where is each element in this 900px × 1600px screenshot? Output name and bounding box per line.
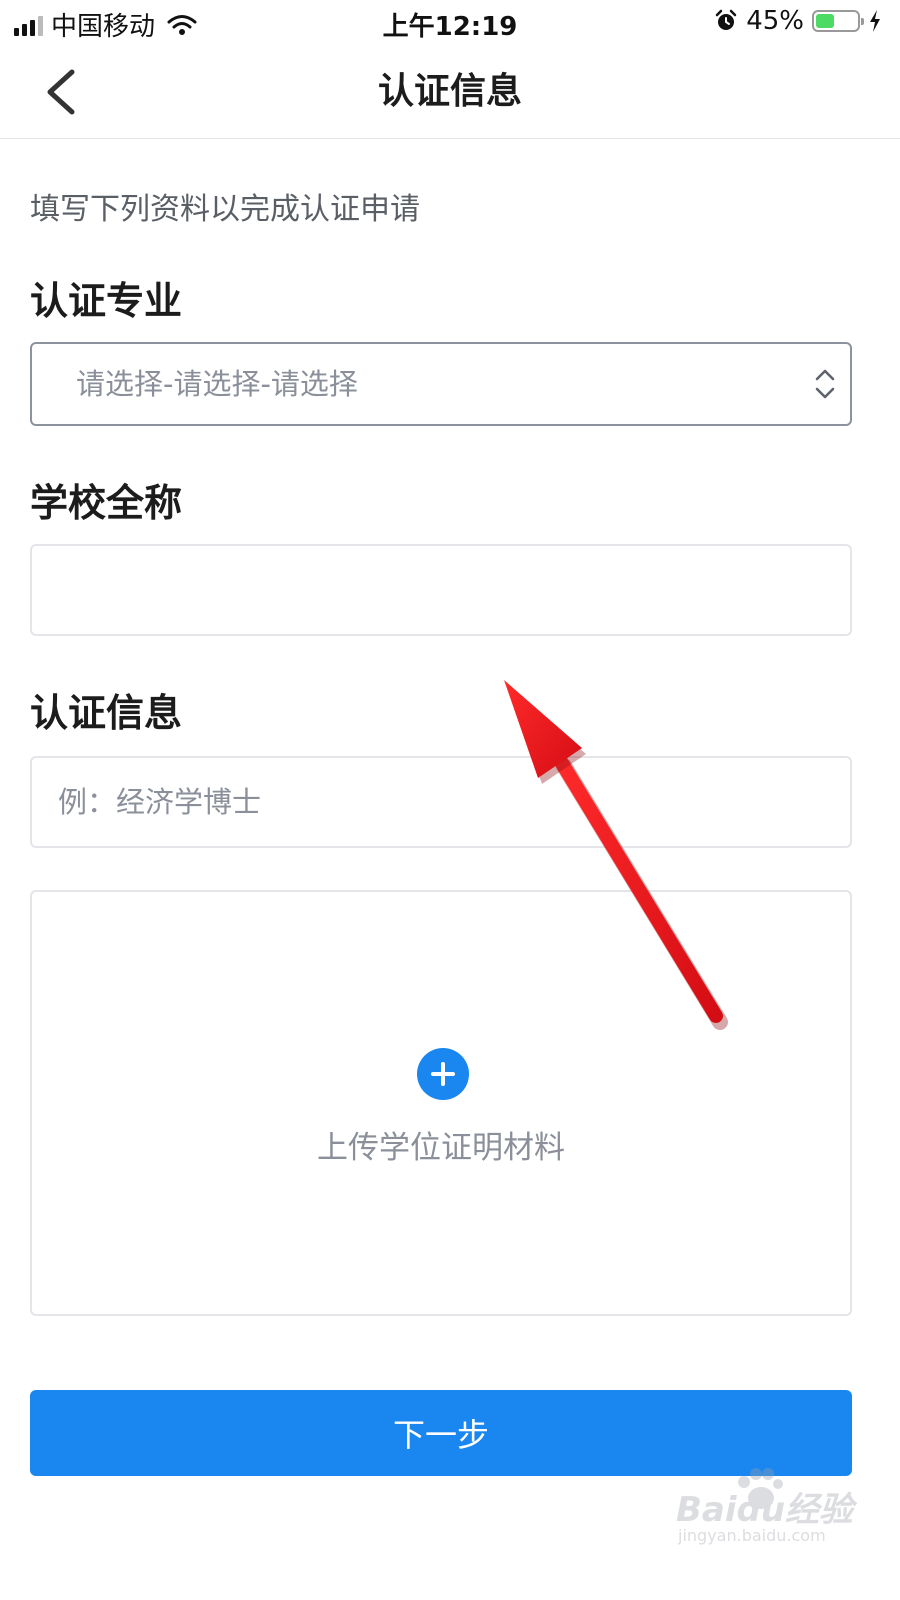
- plus-icon: [417, 1048, 469, 1100]
- school-label: 学校全称: [30, 481, 183, 525]
- status-bar-right: 45%: [714, 6, 882, 36]
- info-input[interactable]: [32, 758, 850, 846]
- major-select-value: 请选择-请选择-请选择: [76, 367, 358, 401]
- watermark: Baidu经验 jingyan.baidu.com: [676, 1468, 866, 1558]
- battery-fill: [816, 14, 834, 28]
- alarm-icon: [715, 9, 737, 30]
- school-field[interactable]: [30, 544, 852, 636]
- nav-bar: 认证信息: [0, 46, 900, 139]
- info-field[interactable]: [30, 756, 852, 848]
- major-select[interactable]: 请选择-请选择-请选择: [30, 342, 852, 426]
- upload-label: 上传学位证明材料: [317, 1130, 565, 1166]
- watermark-brand: Baidu经验: [676, 1490, 854, 1530]
- status-bar: 中国移动 上午12:19 45%: [0, 0, 900, 46]
- watermark-url: jingyan.baidu.com: [678, 1526, 826, 1545]
- school-input[interactable]: [32, 546, 850, 634]
- battery-percent: 45%: [746, 6, 804, 36]
- next-button[interactable]: 下一步: [30, 1390, 852, 1476]
- charging-icon: [870, 10, 880, 32]
- info-label: 认证信息: [30, 691, 183, 735]
- form-intro: 填写下列资料以完成认证申请: [30, 192, 420, 227]
- page-title: 认证信息: [377, 71, 522, 112]
- battery-nub: [861, 18, 864, 25]
- chevron-up-down-icon: [815, 369, 835, 399]
- upload-area[interactable]: 上传学位证明材料: [30, 890, 852, 1316]
- battery-icon: [812, 10, 864, 32]
- major-label: 认证专业: [30, 279, 183, 323]
